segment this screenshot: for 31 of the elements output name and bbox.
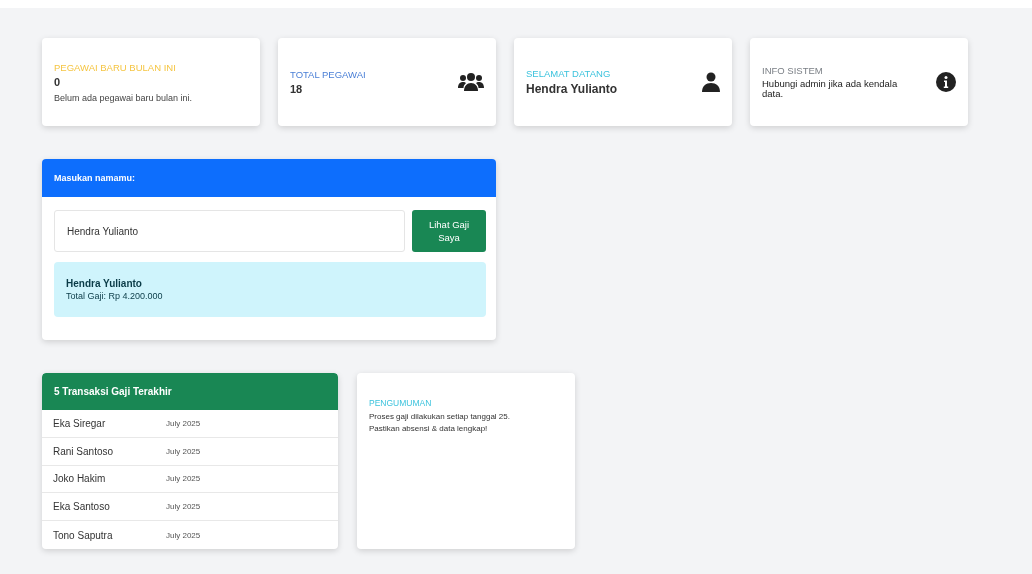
- employee-name: Eka Santoso: [53, 501, 111, 513]
- stat-note: Belum ada pegawai baru bulan ini.: [54, 92, 193, 103]
- employee-name: Eka Siregar: [53, 417, 107, 429]
- result-name: Hendra Yulianto: [66, 278, 143, 289]
- stat-label: SELAMAT DATANG: [526, 68, 612, 79]
- stat-value: Hendra Yulianto: [526, 82, 618, 96]
- stat-label: INFO SISTEM: [762, 64, 824, 76]
- salary-period: July 2025: [166, 502, 201, 512]
- salary-period: July 2025: [166, 474, 201, 484]
- salary-period: July 2025: [166, 418, 201, 428]
- announcement-text: Pastikan absensi & data lengkap!: [369, 424, 489, 433]
- result-total: Total Gaji: Rp 4.200.000: [66, 291, 164, 301]
- employee-name: Tono Saputra: [53, 529, 114, 541]
- stat-value: 0: [54, 75, 62, 88]
- info-icon: [936, 72, 956, 92]
- announcement-title: PENGUMUMAN: [369, 398, 433, 408]
- salary-period: July 2025: [166, 530, 201, 540]
- stat-value: 18: [290, 83, 304, 95]
- user-icon: [702, 72, 720, 92]
- salary-period: July 2025: [166, 446, 201, 456]
- employee-name: Joko Hakim: [53, 473, 107, 485]
- transactions-title: 5 Transaksi Gaji Terakhir: [54, 386, 172, 397]
- stat-label: TOTAL PEGAWAI: [290, 69, 366, 80]
- users-icon: [458, 72, 484, 92]
- name-input[interactable]: Hendra Yulianto: [54, 210, 405, 252]
- form-title: Masukan namamu:: [54, 173, 136, 183]
- stat-label: PEGAWAI BARU BULAN INI: [54, 61, 177, 73]
- announcement-text: Proses gaji dilakukan setiap tanggal 25.: [369, 412, 511, 421]
- employee-name: Rani Santoso: [53, 445, 115, 457]
- info-message: Hubungi admin jika ada kendala data.: [762, 78, 899, 100]
- view-salary-button[interactable]: Lihat Gaji Saya: [412, 210, 486, 252]
